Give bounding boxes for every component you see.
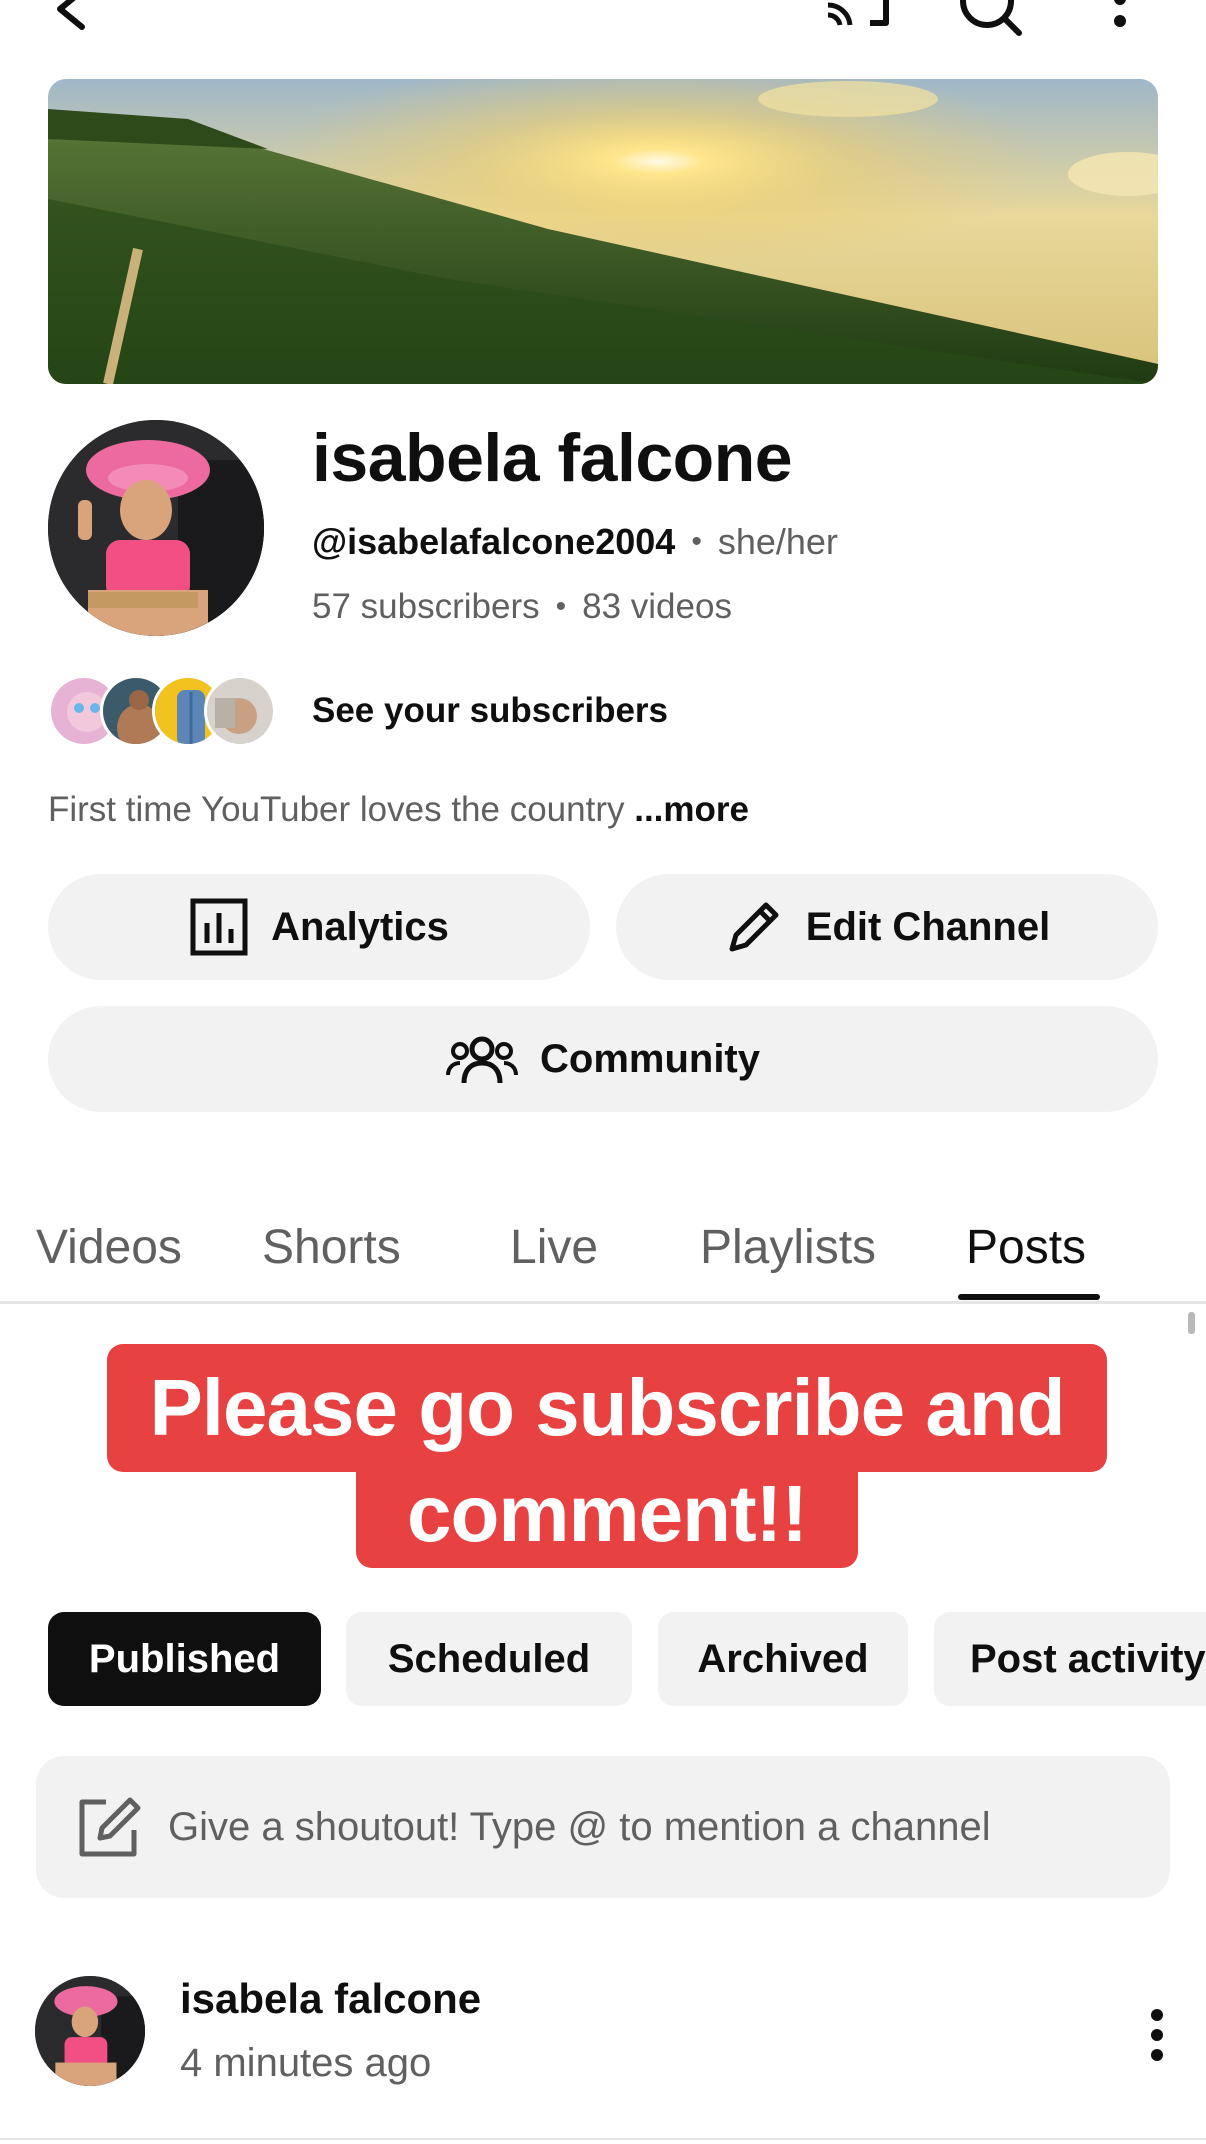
people-icon bbox=[446, 1036, 518, 1084]
video-count: 83 videos bbox=[582, 587, 732, 626]
subscriber-count: 57 subscribers bbox=[312, 587, 540, 626]
post-author-name[interactable]: isabela falcone bbox=[180, 1974, 481, 2024]
shoutout-input[interactable]: Give a shoutout! Type @ to mention a cha… bbox=[36, 1756, 1170, 1898]
search-icon bbox=[960, 0, 1022, 36]
chip-published[interactable]: Published bbox=[48, 1612, 321, 1706]
channel-tabs: Videos Shorts Live Playlists Posts bbox=[0, 1190, 1206, 1304]
tab-posts[interactable]: Posts bbox=[966, 1190, 1086, 1304]
back-button[interactable] bbox=[40, 0, 100, 50]
active-tab-indicator bbox=[958, 1294, 1100, 1300]
more-vertical-icon bbox=[1114, 0, 1126, 27]
divider bbox=[0, 2138, 1206, 2140]
more-vertical-icon bbox=[1151, 2009, 1163, 2061]
chip-post-activity[interactable]: Post activity bbox=[934, 1612, 1206, 1706]
channel-avatar[interactable] bbox=[48, 420, 264, 636]
more-options-button[interactable] bbox=[1090, 0, 1150, 50]
bar-chart-icon bbox=[190, 898, 248, 956]
tab-playlists[interactable]: Playlists bbox=[700, 1190, 876, 1304]
post-avatar-image bbox=[35, 1976, 145, 2086]
subscriber-avatars[interactable] bbox=[48, 675, 288, 747]
analytics-button[interactable]: Analytics bbox=[48, 874, 590, 980]
compose-icon bbox=[76, 1794, 142, 1860]
banner-image bbox=[48, 79, 1158, 384]
post-timestamp: 4 minutes ago bbox=[180, 2041, 432, 2085]
channel-description[interactable]: First time YouTuber loves the country ..… bbox=[48, 788, 749, 832]
shoutout-placeholder: Give a shoutout! Type @ to mention a cha… bbox=[168, 1804, 991, 1849]
pencil-icon bbox=[729, 902, 779, 952]
separator-dot: • bbox=[555, 590, 567, 623]
see-subscribers-link[interactable]: See your subscribers bbox=[312, 689, 668, 733]
edit-channel-button[interactable]: Edit Channel bbox=[616, 874, 1158, 980]
community-label: Community bbox=[540, 1036, 760, 1081]
scrollbar-thumb[interactable] bbox=[1188, 1312, 1195, 1334]
post-author-avatar[interactable] bbox=[35, 1976, 145, 2086]
channel-banner bbox=[48, 79, 1158, 384]
chip-archived[interactable]: Archived bbox=[658, 1612, 908, 1706]
tab-videos[interactable]: Videos bbox=[36, 1190, 182, 1304]
separator-dot: • bbox=[691, 525, 702, 558]
edit-channel-label: Edit Channel bbox=[805, 904, 1051, 949]
chevron-left-icon bbox=[57, 0, 85, 30]
cast-button[interactable] bbox=[818, 0, 898, 50]
channel-handle-line: @isabelafalcone2004 • she/her bbox=[312, 520, 838, 564]
top-app-bar bbox=[0, 0, 1206, 60]
more-link[interactable]: ...more bbox=[634, 790, 749, 829]
search-button[interactable] bbox=[950, 0, 1030, 50]
analytics-label: Analytics bbox=[271, 904, 449, 949]
promo-text-line-1: Please go subscribe and bbox=[107, 1344, 1107, 1472]
channel-handle: @isabelafalcone2004 bbox=[312, 521, 676, 562]
community-button[interactable]: Community bbox=[48, 1006, 1158, 1112]
chip-scheduled[interactable]: Scheduled bbox=[346, 1612, 632, 1706]
pronouns: she/her bbox=[717, 521, 838, 562]
cast-icon bbox=[827, 0, 889, 26]
tab-shorts[interactable]: Shorts bbox=[262, 1190, 401, 1304]
tab-live[interactable]: Live bbox=[510, 1190, 598, 1304]
description-text: First time YouTuber loves the country bbox=[48, 790, 625, 829]
subscriber-avatar bbox=[204, 675, 276, 747]
channel-name: isabela falcone bbox=[312, 420, 793, 496]
channel-stats: 57 subscribers • 83 videos bbox=[312, 585, 732, 629]
avatar-image bbox=[48, 420, 264, 636]
promo-text-line-2: comment!! bbox=[356, 1466, 858, 1568]
post-more-button[interactable] bbox=[1132, 2000, 1182, 2070]
